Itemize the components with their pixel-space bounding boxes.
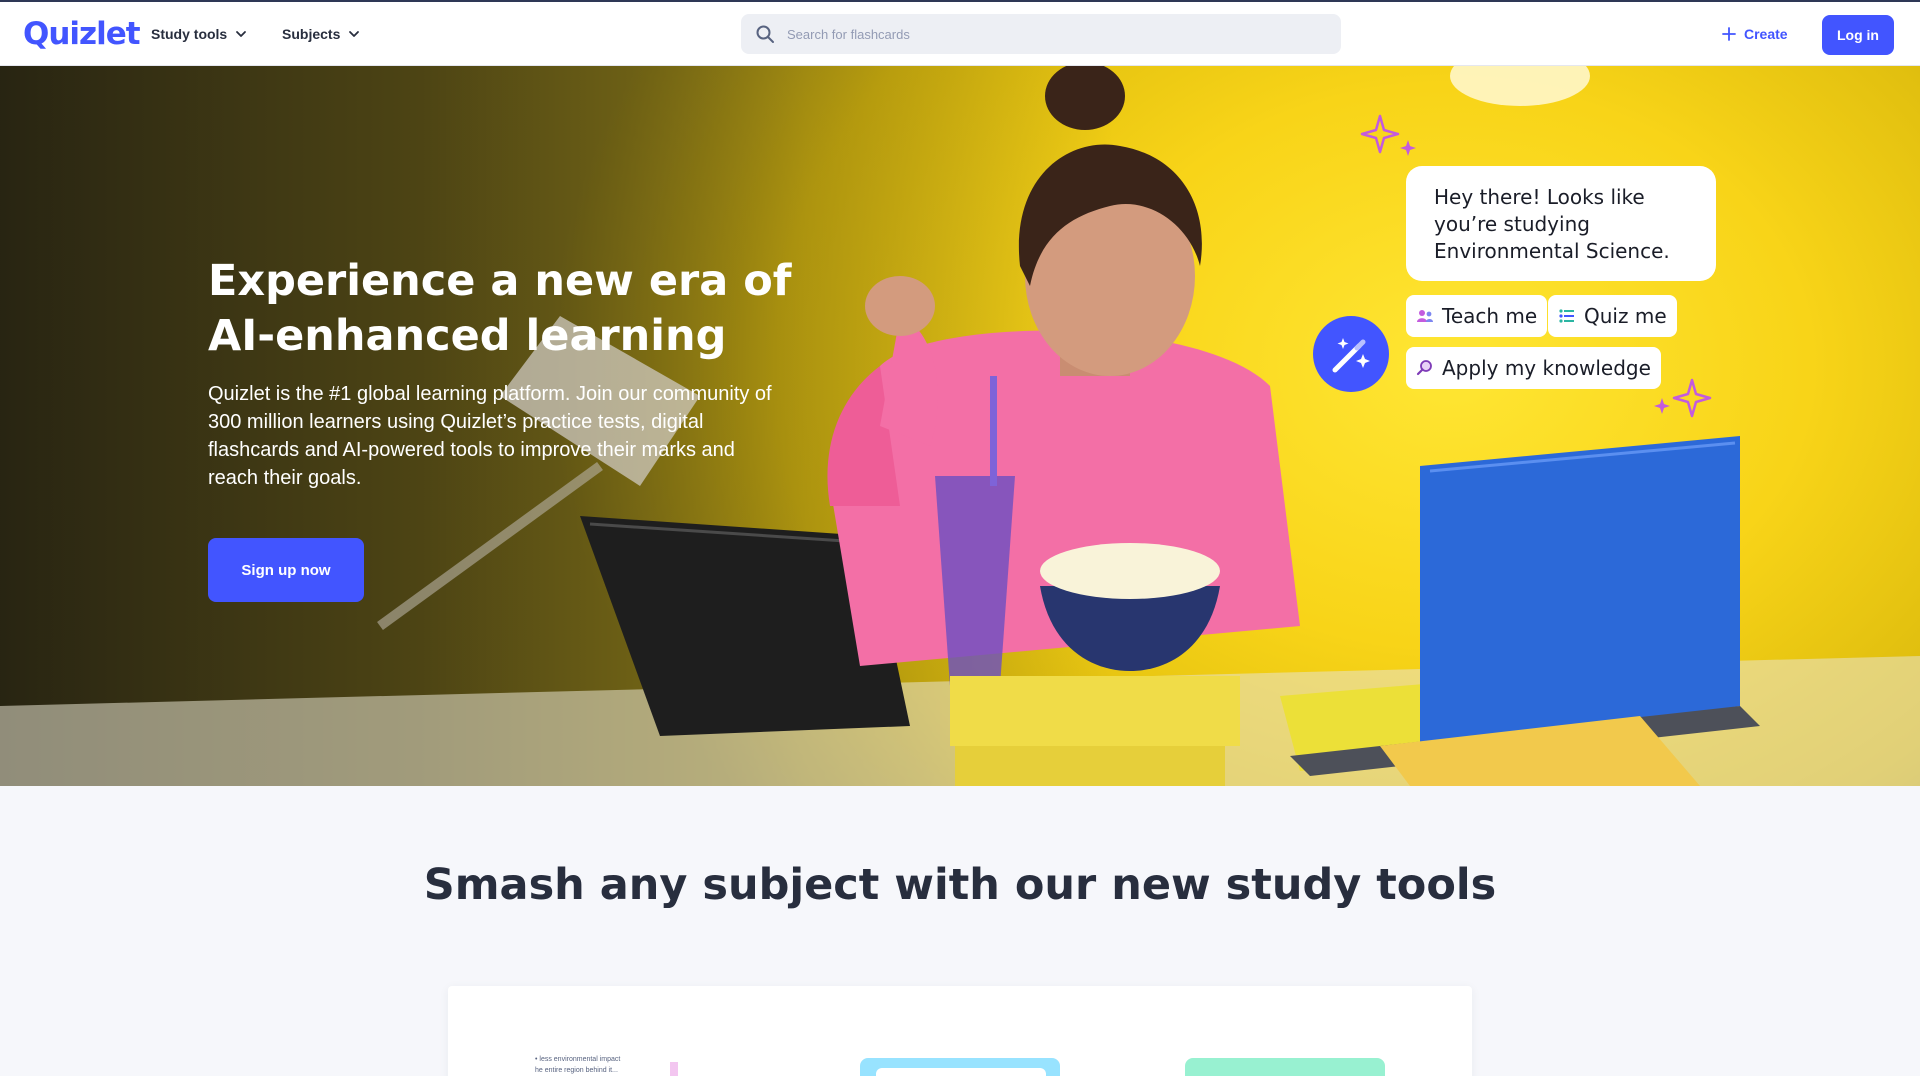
snippet-line: • less environmental impact (535, 1056, 621, 1063)
magnifier-icon (1416, 360, 1432, 376)
magic-wand-icon (1332, 338, 1370, 373)
sign-up-button[interactable]: Sign up now (208, 538, 364, 602)
preview-accent-bar (670, 1062, 678, 1076)
login-button[interactable]: Log in (1822, 15, 1894, 55)
top-navigation-bar: Quizlet Study tools Subjects Create Log … (0, 0, 1920, 66)
teach-me-label: Teach me (1442, 304, 1538, 328)
hero-description: Quizlet is the #1 global learning platfo… (208, 383, 772, 489)
subjects-menu[interactable]: Subjects (282, 26, 360, 42)
create-label: Create (1744, 26, 1788, 42)
hero-title: Experience a new era of AI-enhanced lear… (208, 256, 792, 361)
search-icon (756, 25, 774, 43)
chevron-down-icon (349, 31, 360, 37)
search-input[interactable] (787, 26, 1307, 42)
subjects-label: Subjects (282, 26, 341, 42)
sparkle-icon (1654, 378, 1712, 418)
ai-chat-bubble: Hey there! Looks like you’re studying En… (1406, 166, 1716, 281)
study-tools-label: Study tools (151, 26, 228, 42)
study-tools-preview-card: • less environmental impact he entire re… (448, 986, 1472, 1076)
quiz-me-chip[interactable]: Quiz me (1548, 295, 1677, 337)
study-tools-menu[interactable]: Study tools (151, 26, 247, 42)
ai-assistant-button[interactable] (1313, 316, 1389, 392)
apply-knowledge-label: Apply my knowledge (1442, 356, 1651, 380)
preview-snippet: • less environmental impact he entire re… (535, 1054, 620, 1076)
quizlet-logo[interactable]: Quizlet (23, 16, 141, 52)
sparkle-icon (1360, 114, 1416, 156)
chevron-down-icon (236, 31, 247, 37)
snippet-line: he entire region behind it... (535, 1067, 618, 1074)
preview-tile-blue (860, 1058, 1060, 1076)
hero-banner: Experience a new era of AI-enhanced lear… (0, 66, 1920, 786)
teach-me-chip[interactable]: Teach me (1406, 295, 1548, 337)
search-bar[interactable] (741, 14, 1341, 54)
create-button[interactable]: Create (1722, 26, 1788, 42)
people-icon (1417, 310, 1433, 322)
preview-tile-green (1185, 1058, 1385, 1076)
list-icon (1559, 309, 1574, 323)
study-tools-heading: Smash any subject with our new study too… (423, 860, 1497, 910)
quiz-me-label: Quiz me (1584, 304, 1667, 328)
plus-icon (1722, 27, 1736, 41)
apply-knowledge-chip[interactable]: Apply my knowledge (1406, 347, 1661, 389)
